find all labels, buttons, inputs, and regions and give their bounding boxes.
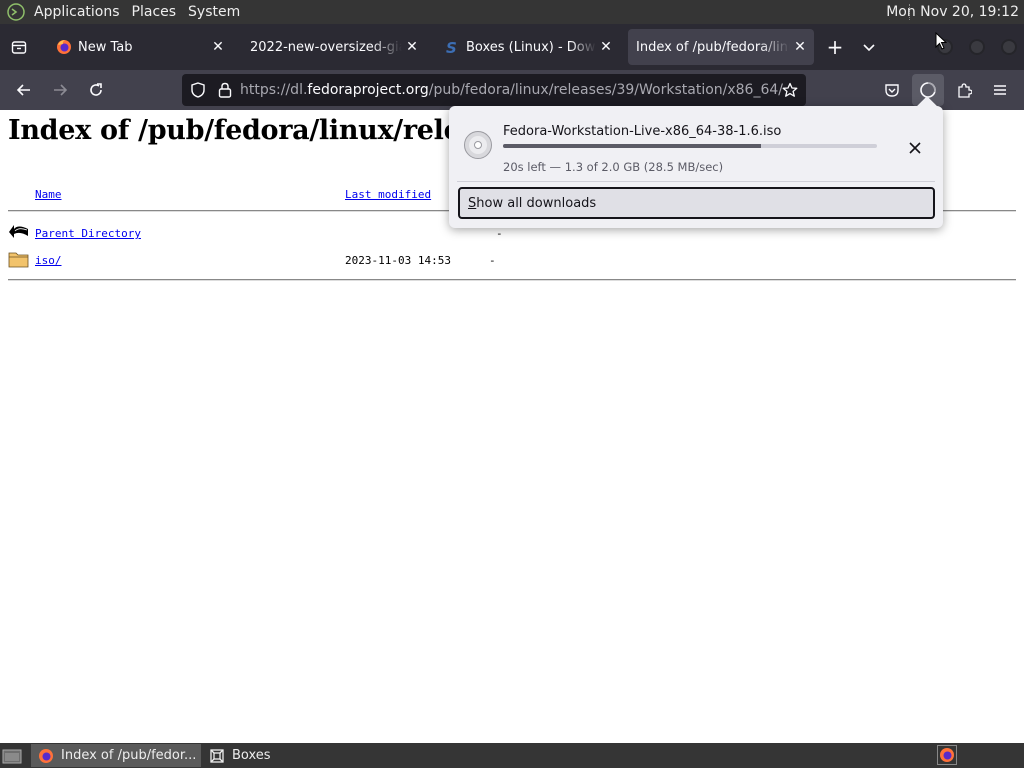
maximize-window-button[interactable] [969,39,985,55]
row-size: - [496,227,503,240]
tab-new-tab[interactable]: New Tab ✕ [46,29,232,65]
reload-button[interactable] [78,74,114,106]
mate-logo-icon[interactable] [5,1,27,23]
places-menu[interactable]: Places [132,0,177,24]
navigation-toolbar: https://dl.fedoraproject.org/pub/fedora/… [0,70,1024,110]
url-path: /pub/fedora/linux/releases/39/Workstatio… [428,82,783,98]
iso-folder-link[interactable]: iso/ [35,254,62,267]
download-status: 20s left — 1.3 of 2.0 GB (28.5 MB/sec) [503,160,724,174]
chevron-down-icon [863,44,875,52]
table-row: iso/ 2023-11-03 14:53 - [0,248,1024,272]
system-menu[interactable]: System [188,0,240,24]
taskbar-label: Boxes [232,748,271,763]
close-tab-icon[interactable]: ✕ [208,37,228,57]
pocket-icon [885,84,899,97]
tab-title: Index of /pub/fedora/linux/ [636,39,790,55]
tray-firefox-icon[interactable] [937,745,957,765]
shield-icon[interactable] [190,82,206,98]
lock-icon[interactable] [218,82,232,98]
url-bar[interactable]: https://dl.fedoraproject.org/pub/fedora/… [182,74,806,106]
taskbar-label: Index of /pub/fedor... [61,748,197,763]
bottom-divider [8,279,1016,281]
row-date: 2023-11-03 14:53 [345,254,451,267]
applications-menu[interactable]: Applications [34,0,120,24]
puzzle-icon [958,83,972,98]
tab-index-of[interactable]: Index of /pub/fedora/linux/ ✕ [628,29,814,65]
svg-text:S: S [446,39,457,55]
reload-icon [90,83,102,96]
forward-arrow-icon [54,84,68,96]
close-tab-icon[interactable]: ✕ [790,37,810,57]
bottom-panel: Index of /pub/fedor... Boxes [0,743,1024,768]
firefox-icon [37,747,55,765]
hamburger-menu-icon [994,85,1006,95]
taskbar-firefox[interactable]: Index of /pub/fedor... [31,744,201,767]
extensions-button[interactable] [948,74,980,106]
back-arrow-icon [16,84,30,96]
s-logo-icon: S [444,39,460,55]
parent-directory-link[interactable]: Parent Directory [35,227,141,240]
pocket-button[interactable] [876,74,908,106]
new-tab-button[interactable]: + [818,30,852,64]
mouse-cursor-icon [935,32,947,50]
boxes-icon [208,747,226,765]
back-arrow-icon [9,225,28,238]
tab-oversized-giant[interactable]: 2022-new-oversized-giant ✕ [240,29,426,65]
close-tab-icon[interactable]: ✕ [596,37,616,57]
forward-button[interactable] [42,74,78,106]
panel-separator [457,181,935,182]
tab-title: Boxes (Linux) - Download [466,39,596,55]
top-panel: Applications Places System Mon Nov 20, 1… [0,0,1024,24]
url-prefix: https://dl. [240,82,308,98]
name-column-header[interactable]: Name [35,188,62,201]
tab-bar: New Tab ✕ 2022-new-oversized-giant ✕ S B… [0,24,1024,70]
tab-title: 2022-new-oversized-giant [250,39,402,55]
tab-boxes-download[interactable]: S Boxes (Linux) - Download ✕ [434,29,620,65]
app-menu-button[interactable] [984,74,1016,106]
show-all-label: how all downloads [476,195,597,211]
show-all-downloads-button[interactable]: Show all downloads [458,187,935,219]
row-size: - [489,254,496,267]
toolbar-right [872,74,1016,106]
list-all-tabs-button[interactable] [852,30,886,64]
firefox-view-button[interactable] [0,24,38,70]
plus-icon: + [826,35,844,59]
url-host: fedoraproject.org [307,82,429,98]
close-tab-icon[interactable]: ✕ [402,37,422,57]
accesskey-letter: S [468,195,477,211]
bookmark-star-icon[interactable] [782,82,798,98]
url-text[interactable]: https://dl.fedoraproject.org/pub/fedora/… [240,82,783,98]
show-desktop-icon[interactable] [2,747,22,765]
download-file-name: Fedora-Workstation-Live-x86_64-38-1.6.is… [503,124,782,139]
taskbar-boxes[interactable]: Boxes [202,744,292,767]
download-progress-bar [503,144,877,148]
download-item[interactable]: Fedora-Workstation-Live-x86_64-38-1.6.is… [457,114,935,178]
disc-image-icon [464,131,492,159]
close-icon [909,142,921,154]
folder-icon [8,252,29,268]
last-modified-column-header[interactable]: Last modified [345,188,431,201]
firefox-icon [56,39,72,55]
download-progress-fill [503,144,762,148]
clock[interactable]: Mon Nov 20, 19:12 [886,0,1019,24]
downloads-panel: Fedora-Workstation-Live-x86_64-38-1.6.is… [449,96,943,228]
close-window-button[interactable] [1001,39,1017,55]
back-button[interactable] [6,74,42,106]
cancel-download-button[interactable] [905,138,925,158]
firefox-view-icon [11,41,27,54]
tab-title: New Tab [78,39,133,55]
